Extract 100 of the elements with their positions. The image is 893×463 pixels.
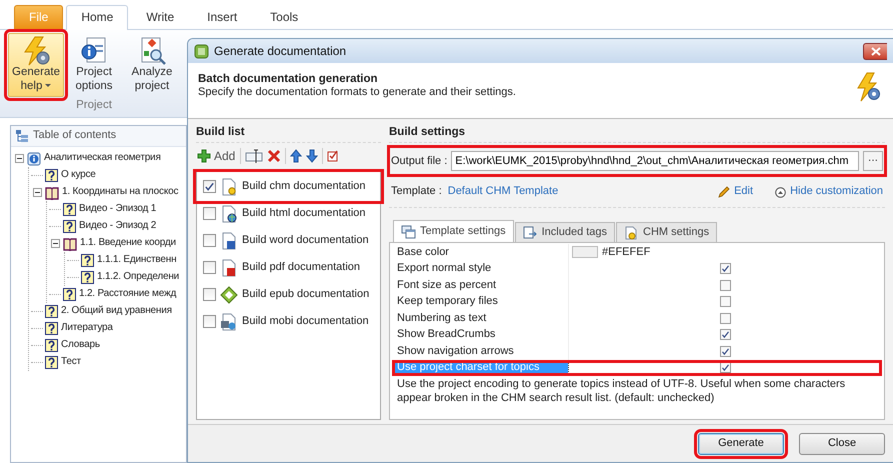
item-label: Build mobi documentation	[242, 315, 369, 329]
document-globe-icon	[220, 312, 238, 331]
question-page-icon	[63, 203, 76, 216]
tree-item[interactable]: 1.1.2. Определени	[94, 271, 180, 284]
question-page-icon	[45, 339, 58, 352]
rename-icon[interactable]	[245, 149, 264, 164]
field-label: Output file :	[391, 154, 448, 168]
document-bulb-icon	[220, 178, 238, 196]
list-item[interactable]: Build chm documentation	[197, 173, 380, 200]
expand-toggle[interactable]	[50, 239, 60, 248]
expand-toggle[interactable]	[32, 188, 42, 197]
ribbon-tab[interactable]: Home	[66, 4, 128, 30]
ribbon-tab[interactable]: Tools	[255, 4, 314, 29]
checkbox[interactable]	[203, 234, 216, 248]
checkbox[interactable]	[720, 346, 731, 357]
settings-tab[interactable]: Template settings	[393, 220, 514, 242]
property-description: Use the project encoding to generate topics instead of UTF-8. Useful when some characters appear broken in the CHM search result list. (default: unchecked)	[396, 377, 846, 406]
tree-item[interactable]: О курсе	[58, 169, 96, 182]
arrow-up-icon[interactable]	[290, 149, 302, 164]
settings-tab[interactable]: CHM settings	[616, 222, 718, 242]
list-item[interactable]: Build mobi documentation	[197, 308, 380, 336]
item-label: Build chm documentation	[242, 180, 366, 194]
tree-item[interactable]: 1.2. Расстояние межд	[76, 288, 176, 301]
question-page-icon	[45, 322, 58, 335]
ribbon-tab[interactable]: Insert	[192, 4, 252, 29]
check-all-icon[interactable]	[327, 149, 340, 164]
property-name[interactable]: Export normal style	[392, 260, 568, 278]
window-title: Generate documentation	[214, 44, 346, 58]
checkbox[interactable]	[203, 207, 216, 220]
ribbon-button[interactable]: Analyze project	[124, 33, 180, 97]
document-bulb-icon	[624, 226, 640, 240]
book-icon	[45, 186, 59, 200]
list-item[interactable]: Build epub documentation	[197, 281, 380, 308]
question-page-icon	[63, 220, 76, 233]
tree-item[interactable]: Видео - Эпизод 2	[76, 220, 156, 233]
expand-toggle[interactable]	[14, 154, 24, 163]
field-label: Template :	[391, 185, 442, 200]
item-label: Build html documentation	[242, 207, 366, 221]
ribbon-tab[interactable]: Write	[131, 4, 190, 29]
settings-tab[interactable]: Included tags	[514, 222, 616, 242]
tree-item[interactable]: Словарь	[58, 339, 100, 352]
list-item[interactable]: Build word documentation	[197, 227, 380, 254]
checkbox[interactable]	[720, 263, 731, 274]
tree-item[interactable]: Видео - Эпизод 1	[76, 203, 156, 216]
tree-item[interactable]: 1.1.1. Единственн	[94, 254, 176, 267]
property-name[interactable]: Font size as percent	[392, 277, 568, 294]
header-title: Batch documentation generation	[198, 72, 379, 86]
question-page-icon	[63, 288, 76, 301]
property-name[interactable]: Show navigation arrows	[392, 343, 568, 360]
add-button[interactable]: Add	[196, 148, 236, 164]
tree-item[interactable]: 1.1. Введение коорди	[77, 237, 176, 250]
output-file-field[interactable]: E:\work\EUMK_2015\proby\hnd\hnd_2\out_chm\Аналитическая геометрия.chm	[451, 151, 859, 172]
property-name[interactable]: Keep temporary files	[392, 294, 568, 310]
list-item[interactable]: Build pdf documentation	[197, 254, 380, 282]
collapse-icon	[775, 186, 786, 198]
checkbox[interactable]	[720, 280, 731, 291]
close-button[interactable]	[863, 42, 887, 60]
diamond-icon	[220, 286, 238, 304]
ribbon-button[interactable]: Project options	[66, 33, 122, 97]
header-subtitle: Specify the documentation formats to generate and their settings.	[198, 86, 517, 100]
delete-icon[interactable]	[267, 149, 282, 164]
color-swatch[interactable]	[572, 246, 598, 258]
browse-button[interactable]: ···	[863, 151, 883, 172]
list-item[interactable]: Build html documentation	[197, 200, 380, 228]
question-page-icon	[45, 356, 58, 369]
tree-item[interactable]: Литература	[58, 322, 113, 335]
checkbox[interactable]	[720, 296, 731, 308]
checkbox[interactable]	[720, 312, 731, 324]
checkbox[interactable]	[203, 315, 216, 328]
checkbox[interactable]	[203, 261, 216, 274]
dialog-button[interactable]: Close	[799, 432, 885, 454]
property-name[interactable]: Show BreadCrumbs	[392, 326, 568, 344]
section-title: Build list	[196, 125, 381, 144]
checkbox[interactable]	[720, 362, 730, 374]
app-icon	[194, 44, 209, 58]
edit-link[interactable]: Edit	[718, 185, 754, 200]
template-link[interactable]: Default CHM Template	[448, 185, 558, 200]
document-arrow-icon	[522, 226, 538, 240]
tree-item[interactable]: 2. Общий вид уравнения	[58, 305, 172, 318]
lightning-gear-icon	[855, 72, 881, 102]
hide-customization-link[interactable]: Hide customization	[775, 185, 883, 200]
lightning-gear-icon	[21, 36, 51, 66]
arrow-down-icon[interactable]	[306, 149, 318, 164]
property-name[interactable]: Base color	[392, 244, 568, 261]
question-page-icon	[81, 271, 94, 284]
checkbox[interactable]	[203, 288, 216, 302]
pencil-icon	[718, 186, 730, 198]
plus-icon	[197, 149, 211, 164]
question-page-icon	[81, 254, 94, 267]
item-label: Build word documentation	[242, 234, 369, 248]
property-name[interactable]: Numbering as text	[392, 310, 568, 327]
tree-item[interactable]: 1. Координаты на плоскос	[59, 186, 178, 199]
checkbox[interactable]	[203, 180, 216, 194]
document-icon	[220, 232, 238, 250]
checkbox[interactable]	[720, 329, 731, 340]
tree-item[interactable]: Тест	[58, 356, 81, 369]
property-value: #EFEFEF	[602, 246, 650, 260]
book-icon	[63, 236, 77, 250]
tree-item[interactable]: Аналитическая геометрия	[41, 152, 161, 165]
group-label: Project	[76, 98, 112, 112]
